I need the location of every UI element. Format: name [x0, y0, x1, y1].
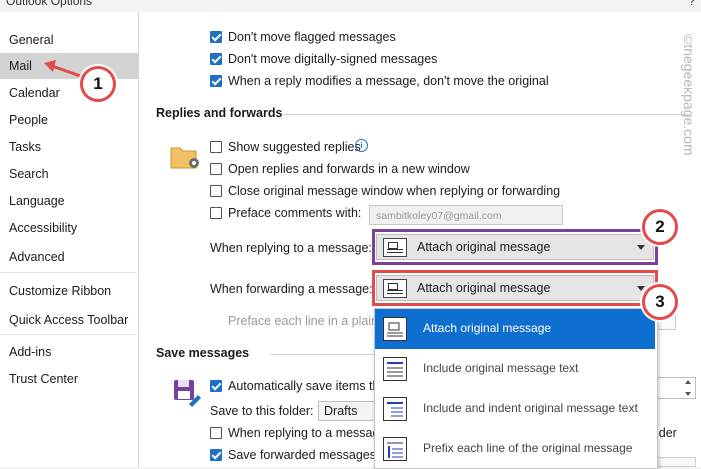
title-bar: Outlook Options ?	[0, 0, 701, 12]
sidebar-item-calendar[interactable]: Calendar	[0, 80, 138, 106]
purple-highlight-box	[372, 229, 658, 265]
sidebar-item-advanced[interactable]: Advanced	[0, 244, 138, 270]
prefix-lines-icon	[383, 437, 407, 461]
folder-gear-icon	[170, 147, 199, 169]
help-button[interactable]: ?	[688, 0, 695, 8]
open-new-window-checkbox[interactable]	[210, 163, 222, 175]
reply-modifies-label: When a reply modifies a message, don't m…	[228, 74, 549, 88]
attach-message-icon	[383, 317, 407, 341]
field-edge	[656, 457, 696, 467]
close-original-label: Close original message window when reply…	[228, 184, 561, 198]
save-folder-label: Save to this folder:	[210, 404, 314, 418]
folder-suffix-label: lder	[656, 426, 677, 440]
dropdown-option-indent[interactable]: Include and indent original message text	[375, 389, 655, 429]
dont-move-flagged-checkbox[interactable]	[210, 31, 222, 43]
sidebar-item-add-ins[interactable]: Add-ins	[0, 339, 138, 365]
open-new-window-label: Open replies and forwards in a new windo…	[228, 162, 470, 176]
dropdown-option-label: Prefix each line of the original message	[423, 441, 633, 455]
include-text-icon	[383, 357, 407, 381]
callout-badge: 1	[80, 66, 116, 102]
dont-move-flagged-label: Don't move flagged messages	[228, 30, 396, 44]
preface-comments-checkbox[interactable]	[210, 207, 222, 219]
spin-up-icon[interactable]	[685, 380, 691, 384]
close-original-checkbox[interactable]	[210, 185, 222, 197]
sidebar-item-trust-center[interactable]: Trust Center	[0, 366, 138, 392]
save-folder-select[interactable]: Drafts	[318, 401, 378, 421]
show-suggested-replies-label: Show suggested replies	[228, 140, 361, 154]
when-replying-label: When replying to a message	[228, 426, 387, 440]
sidebar-divider	[0, 272, 137, 273]
dropdown-option-label: Include original message text	[423, 361, 579, 375]
save-floppy-icon	[174, 380, 201, 407]
dropdown-option-attach[interactable]: Attach original message	[375, 309, 655, 349]
forward-dropdown-label: When forwarding a message:	[210, 282, 373, 296]
red-highlight-box	[372, 270, 658, 306]
dont-move-signed-label: Don't move digitally-signed messages	[228, 52, 438, 66]
sidebar-item-quick-access-toolbar[interactable]: Quick Access Toolbar	[0, 307, 138, 333]
section-divider	[284, 114, 689, 115]
reply-dropdown-label: When replying to a message:	[210, 241, 372, 255]
watermark: ©thegeekpage.com	[681, 34, 692, 156]
sidebar-item-tasks[interactable]: Tasks	[0, 134, 138, 160]
dropdown-option-prefix[interactable]: Prefix each line of the original message	[375, 429, 655, 469]
dropdown-option-label: Include and indent original message text	[423, 401, 638, 415]
info-icon[interactable]: i	[355, 139, 368, 152]
indent-text-icon	[383, 397, 407, 421]
reply-modifies-checkbox[interactable]	[210, 75, 222, 87]
show-suggested-replies-checkbox[interactable]	[210, 141, 222, 153]
preface-email-input[interactable]: sambitkoley07@gmail.com	[369, 205, 563, 225]
sidebar-item-search[interactable]: Search	[0, 161, 138, 187]
window-title: Outlook Options	[6, 0, 93, 8]
preface-comments-label: Preface comments with:	[228, 206, 362, 220]
sidebar-item-general[interactable]: General	[0, 27, 138, 53]
spin-down-icon[interactable]	[685, 392, 691, 396]
sidebar-item-accessibility[interactable]: Accessibility	[0, 215, 138, 241]
save-forwarded-label: Save forwarded messages	[228, 448, 376, 462]
auto-save-minutes-spinner[interactable]	[656, 377, 696, 399]
save-forwarded-checkbox[interactable]	[210, 449, 222, 461]
dont-move-signed-checkbox[interactable]	[210, 53, 222, 65]
replies-section-title: Replies and forwards	[156, 106, 283, 120]
auto-save-checkbox[interactable]	[210, 380, 222, 392]
callout-badge: 2	[642, 209, 678, 245]
save-section-title: Save messages	[156, 346, 250, 360]
dropdown-option-include[interactable]: Include original message text	[375, 349, 655, 389]
preface-line-label: Preface each line in a plain-	[228, 314, 383, 328]
auto-save-label: Automatically save items th	[228, 379, 380, 393]
when-replying-checkbox[interactable]	[210, 427, 222, 439]
sidebar-item-people[interactable]: People	[0, 107, 138, 133]
dropdown-option-label: Attach original message	[423, 321, 552, 335]
section-divider	[270, 354, 374, 355]
callout-badge: 3	[642, 284, 678, 320]
watermark-text: ©thegeekpage.com	[681, 34, 692, 156]
sidebar-item-customize-ribbon[interactable]: Customize Ribbon	[0, 278, 138, 304]
sidebar-item-language[interactable]: Language	[0, 188, 138, 214]
forward-dropdown-list: Attach original message Include original…	[374, 308, 658, 469]
sidebar-divider	[0, 334, 137, 335]
